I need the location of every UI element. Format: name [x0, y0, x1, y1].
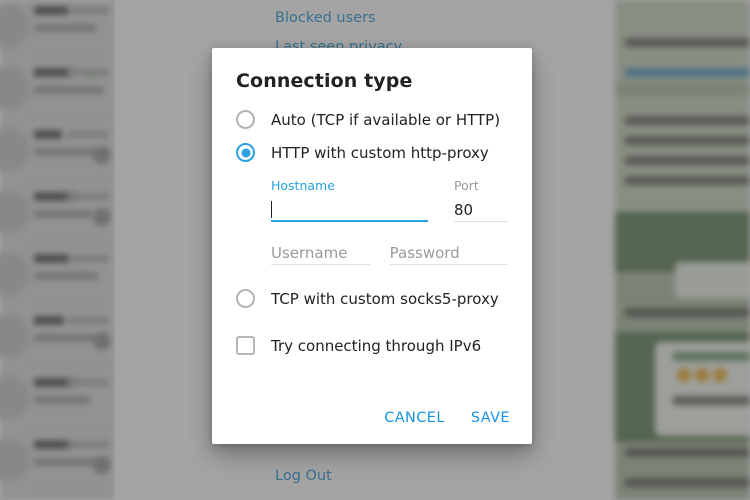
ipv6-checkbox-row[interactable]: Try connecting through IPv6 — [236, 336, 508, 355]
radio-tcp-icon[interactable] — [236, 289, 255, 308]
radio-auto-icon[interactable] — [236, 110, 255, 129]
dialog-actions: CANCEL SAVE — [384, 410, 510, 426]
save-button[interactable]: SAVE — [471, 410, 510, 426]
hostname-input[interactable] — [271, 199, 428, 222]
connection-type-dialog: Connection type Auto (TCP if available o… — [212, 48, 532, 444]
hostname-label: Hostname — [271, 178, 428, 193]
radio-tcp-label: TCP with custom socks5-proxy — [271, 290, 499, 308]
password-input[interactable]: Password — [390, 242, 508, 265]
username-input[interactable]: Username — [271, 242, 370, 265]
radio-http-label: HTTP with custom http-proxy — [271, 144, 489, 162]
radio-option-auto[interactable]: Auto (TCP if available or HTTP) — [236, 110, 508, 129]
host-port-row: Hostname Port 80 — [271, 176, 508, 222]
hostname-field[interactable]: Hostname — [271, 176, 428, 222]
radio-option-http[interactable]: HTTP with custom http-proxy — [236, 143, 508, 162]
credentials-row: Username Password — [271, 240, 508, 265]
username-field[interactable]: Username — [271, 240, 370, 265]
radio-http-icon[interactable] — [236, 143, 255, 162]
text-caret — [271, 201, 272, 218]
cancel-button[interactable]: CANCEL — [384, 410, 445, 426]
ipv6-checkbox-icon[interactable] — [236, 336, 255, 355]
dialog-title: Connection type — [236, 70, 508, 92]
port-label: Port — [454, 178, 508, 193]
port-field[interactable]: Port 80 — [454, 176, 508, 222]
proxy-fields: Hostname Port 80 Username Password — [236, 176, 508, 265]
port-input[interactable]: 80 — [454, 199, 508, 222]
radio-auto-label: Auto (TCP if available or HTTP) — [271, 111, 500, 129]
radio-option-tcp[interactable]: TCP with custom socks5-proxy — [236, 289, 508, 308]
ipv6-label: Try connecting through IPv6 — [271, 337, 481, 355]
password-field[interactable]: Password — [390, 240, 508, 265]
